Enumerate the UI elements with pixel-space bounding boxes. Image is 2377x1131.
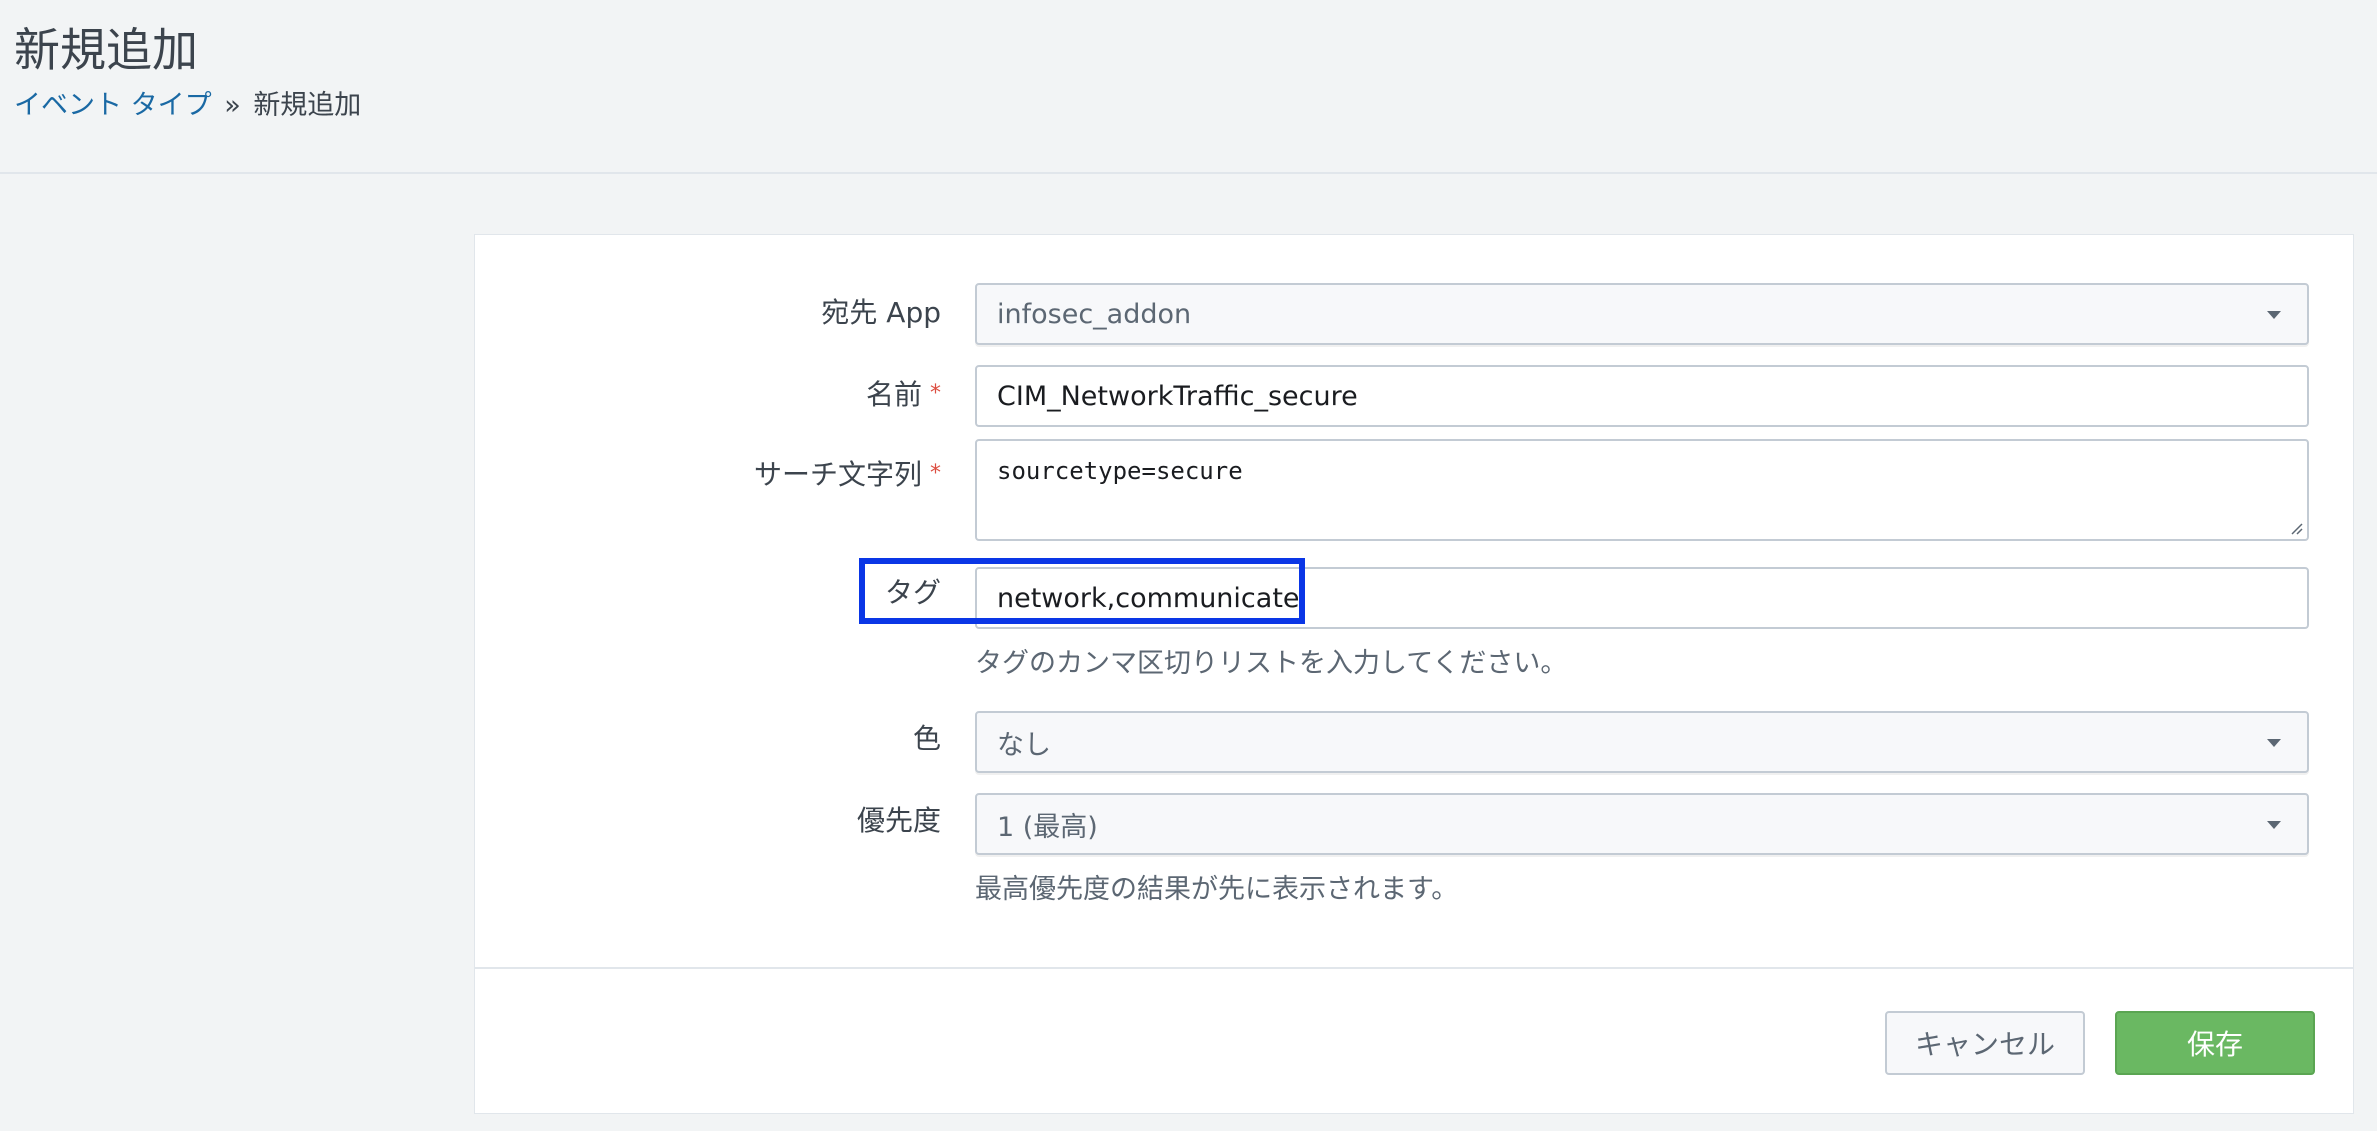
dest-app-select[interactable]: infosec_addon: [975, 283, 2309, 345]
breadcrumb-event-types-link[interactable]: イベント タイプ: [14, 90, 212, 121]
resize-handle-icon[interactable]: [2289, 521, 2303, 535]
search-string-label-text: サーチ文字列: [753, 458, 922, 491]
breadcrumb: イベント タイプ » 新規追加: [14, 86, 361, 126]
required-mark: *: [930, 461, 941, 486]
name-label-text: 名前: [865, 378, 922, 411]
footer-divider: [475, 967, 2353, 969]
tags-help-text: タグのカンマ区切りリストを入力してください。: [975, 648, 1568, 679]
tags-label: タグ: [884, 576, 941, 609]
priority-select[interactable]: 1 (最高): [975, 793, 2309, 855]
priority-label: 優先度: [856, 804, 941, 837]
color-label: 色: [912, 722, 941, 755]
name-input[interactable]: CIM_NetworkTraffic_secure: [975, 365, 2309, 427]
name-input-value: CIM_NetworkTraffic_secure: [997, 380, 1358, 412]
breadcrumb-separator: »: [224, 90, 241, 121]
priority-help-text: 最高優先度の結果が先に表示されます。: [975, 874, 1459, 905]
dest-app-label: 宛先 App: [821, 296, 941, 329]
save-button[interactable]: 保存: [2115, 1011, 2315, 1075]
name-label: 名前 *: [866, 375, 941, 418]
chevron-down-icon: [2267, 311, 2281, 319]
priority-value: 1 (最高): [997, 811, 1098, 843]
search-string-label: サーチ文字列 *: [754, 455, 941, 498]
page-header: 新規追加 イベント タイプ » 新規追加: [0, 0, 2377, 174]
search-string-value: sourcetype=secure: [997, 457, 1243, 485]
search-string-textarea[interactable]: sourcetype=secure: [975, 439, 2309, 541]
page-title: 新規追加: [14, 23, 198, 77]
tags-input[interactable]: network,communicate: [975, 567, 2309, 629]
dest-app-value: infosec_addon: [997, 298, 1192, 330]
chevron-down-icon: [2267, 821, 2281, 829]
tags-input-value: network,communicate: [997, 582, 1300, 614]
color-select[interactable]: なし: [975, 711, 2309, 773]
color-value: なし: [997, 729, 1051, 761]
form-panel: 宛先 App infosec_addon 名前 * CIM_NetworkTraf…: [474, 234, 2354, 1114]
breadcrumb-current: 新規追加: [253, 90, 362, 121]
required-mark: *: [930, 381, 941, 406]
cancel-button[interactable]: キャンセル: [1885, 1011, 2085, 1075]
chevron-down-icon: [2267, 739, 2281, 747]
